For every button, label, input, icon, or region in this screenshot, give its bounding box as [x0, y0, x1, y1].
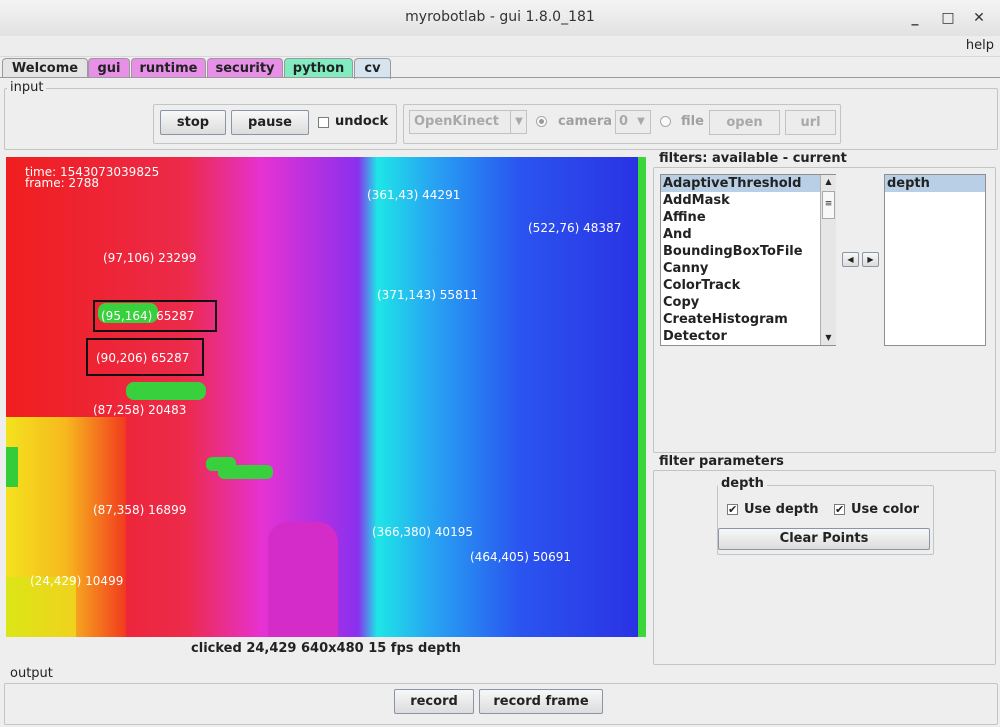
- chevron-down-icon[interactable]: ▼: [510, 111, 527, 133]
- open-button[interactable]: open: [709, 110, 780, 135]
- tab-gui[interactable]: gui: [88, 58, 130, 78]
- file-radio[interactable]: [660, 116, 671, 127]
- camera-radio[interactable]: [536, 116, 547, 127]
- depth-noise: [126, 382, 206, 400]
- list-item[interactable]: BoundingBoxToFile: [661, 243, 835, 260]
- tab-cv[interactable]: cv: [354, 58, 391, 79]
- depth-params-title: depth: [718, 476, 767, 491]
- stop-button[interactable]: stop: [160, 110, 226, 135]
- depth-point-label: (87,258) 20483: [93, 403, 187, 417]
- remove-filter-arrow-icon[interactable]: ◀: [842, 252, 859, 267]
- input-group-title: input: [7, 80, 47, 95]
- list-item[interactable]: ColorTrack: [661, 277, 835, 294]
- video-display[interactable]: time: 1543073039825 frame: 2788 (361,43)…: [6, 157, 646, 637]
- depth-point-label: (366,380) 40195: [372, 525, 473, 539]
- tab-python[interactable]: python: [284, 58, 353, 78]
- use-color-label: Use color: [851, 502, 920, 517]
- add-filter-arrow-icon[interactable]: ▶: [862, 252, 879, 267]
- depth-edge-stripe: [638, 157, 646, 637]
- depth-noise: [6, 447, 18, 487]
- minimize-icon[interactable]: _: [906, 9, 924, 27]
- tab-runtime[interactable]: runtime: [131, 58, 206, 78]
- record-frame-button[interactable]: record frame: [479, 689, 603, 714]
- record-button[interactable]: record: [394, 689, 474, 714]
- list-item[interactable]: Affine: [661, 209, 835, 226]
- chevron-down-icon[interactable]: ▼: [632, 111, 650, 133]
- tab-welcome[interactable]: Welcome: [2, 58, 88, 78]
- list-item[interactable]: And: [661, 226, 835, 243]
- maximize-icon[interactable]: □: [939, 9, 957, 27]
- output-group-title: output: [7, 666, 56, 681]
- list-item[interactable]: Canny: [661, 260, 835, 277]
- pause-button[interactable]: pause: [231, 110, 309, 135]
- depth-object: [268, 522, 338, 637]
- depth-point-label: (464,405) 50691: [470, 550, 571, 564]
- filter-parameters-title: filter parameters: [656, 454, 787, 469]
- list-item[interactable]: CreateHistogram: [661, 311, 835, 328]
- depth-point-label: (24,429) 10499: [30, 574, 124, 588]
- file-label: file: [681, 114, 704, 129]
- use-color-checkbox[interactable]: ✔: [834, 504, 845, 515]
- undock-checkbox[interactable]: [318, 117, 329, 128]
- scroll-up-icon[interactable]: ▲: [821, 175, 836, 189]
- tab-divider: [0, 77, 1000, 78]
- window-title: myrobotlab - gui 1.8.0_181: [405, 9, 595, 25]
- current-filters-list[interactable]: depth: [884, 174, 986, 346]
- depth-point-label: (97,106) 23299: [103, 251, 197, 265]
- video-status: clicked 24,429 640x480 15 fps depth: [191, 641, 461, 656]
- url-button[interactable]: url: [785, 110, 836, 135]
- use-depth-checkbox[interactable]: ✔: [727, 504, 738, 515]
- depth-point-label: (522,76) 48387: [528, 221, 622, 235]
- depth-noise: [218, 465, 273, 479]
- filters-group-title: filters: available - current: [656, 151, 850, 166]
- list-item[interactable]: Detector: [661, 328, 835, 345]
- list-item[interactable]: depth: [885, 175, 985, 192]
- close-icon[interactable]: ✕: [970, 9, 988, 27]
- depth-point-label: (87,358) 16899: [93, 503, 187, 517]
- video-frame: frame: 2788: [25, 176, 99, 190]
- use-depth-label: Use depth: [744, 502, 819, 517]
- tab-security[interactable]: security: [207, 58, 283, 78]
- list-item[interactable]: AddMask: [661, 192, 835, 209]
- menu-help[interactable]: help: [966, 38, 994, 53]
- camera-label: camera: [558, 114, 613, 129]
- clear-points-button[interactable]: Clear Points: [718, 528, 930, 550]
- available-filters-list[interactable]: AdaptiveThreshold AddMask Affine And Bou…: [660, 174, 836, 346]
- depth-point-label: (371,143) 55811: [377, 288, 478, 302]
- depth-point-label: (361,43) 44291: [367, 188, 461, 202]
- scroll-down-icon[interactable]: ▼: [821, 331, 836, 345]
- list-item[interactable]: Copy: [661, 294, 835, 311]
- filters-scrollbar[interactable]: ▲ ≡ ▼: [820, 175, 836, 345]
- scroll-thumb[interactable]: ≡: [822, 191, 835, 219]
- menu-bar: [0, 36, 1000, 57]
- selection-box: [86, 338, 204, 376]
- list-item[interactable]: AdaptiveThreshold: [661, 175, 835, 192]
- selection-box: [93, 300, 217, 332]
- undock-label: undock: [335, 114, 389, 129]
